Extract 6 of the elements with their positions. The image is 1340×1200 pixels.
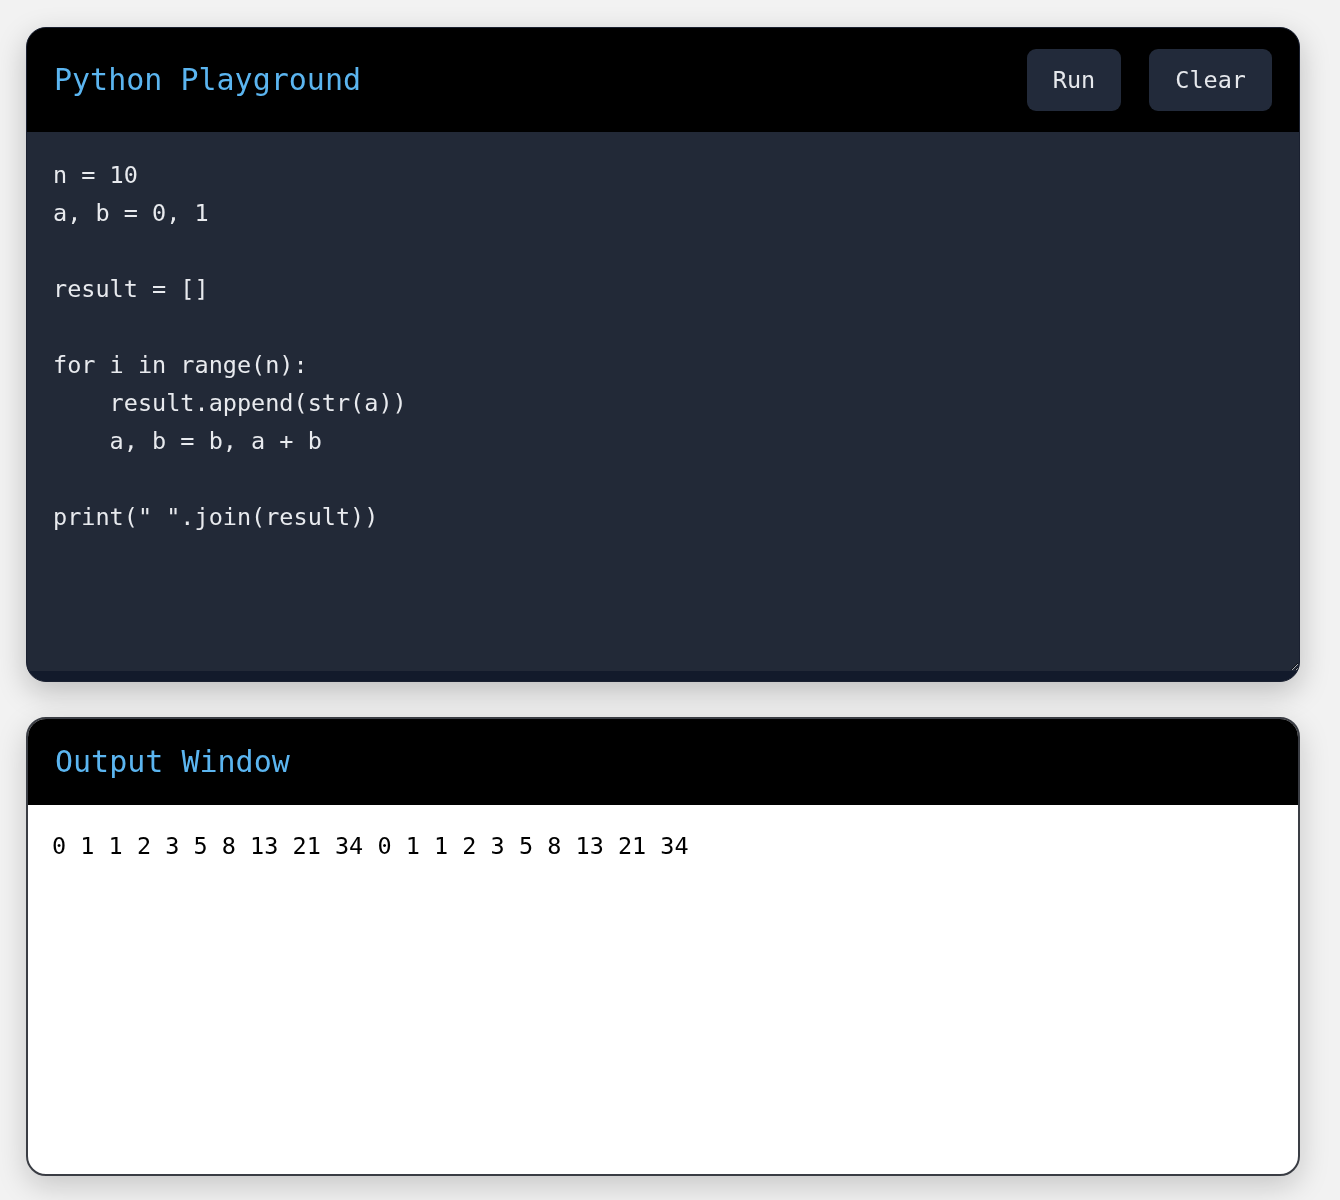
app-title: Python Playground — [54, 61, 362, 99]
run-button[interactable]: Run — [1026, 49, 1122, 111]
output-title: Output Window — [55, 743, 290, 781]
clear-button[interactable]: Clear — [1149, 49, 1272, 111]
code-editor-field[interactable]: n = 10 a, b = 0, 1 result = [] for i in range(n): result.append(str(a)) a, b = b, a + b print(" ".join(result)) — [27, 132, 1299, 671]
output-text: 0 1 1 2 3 5 8 13 21 34 0 1 1 2 3 5 8 13 21 34 — [51, 831, 690, 862]
